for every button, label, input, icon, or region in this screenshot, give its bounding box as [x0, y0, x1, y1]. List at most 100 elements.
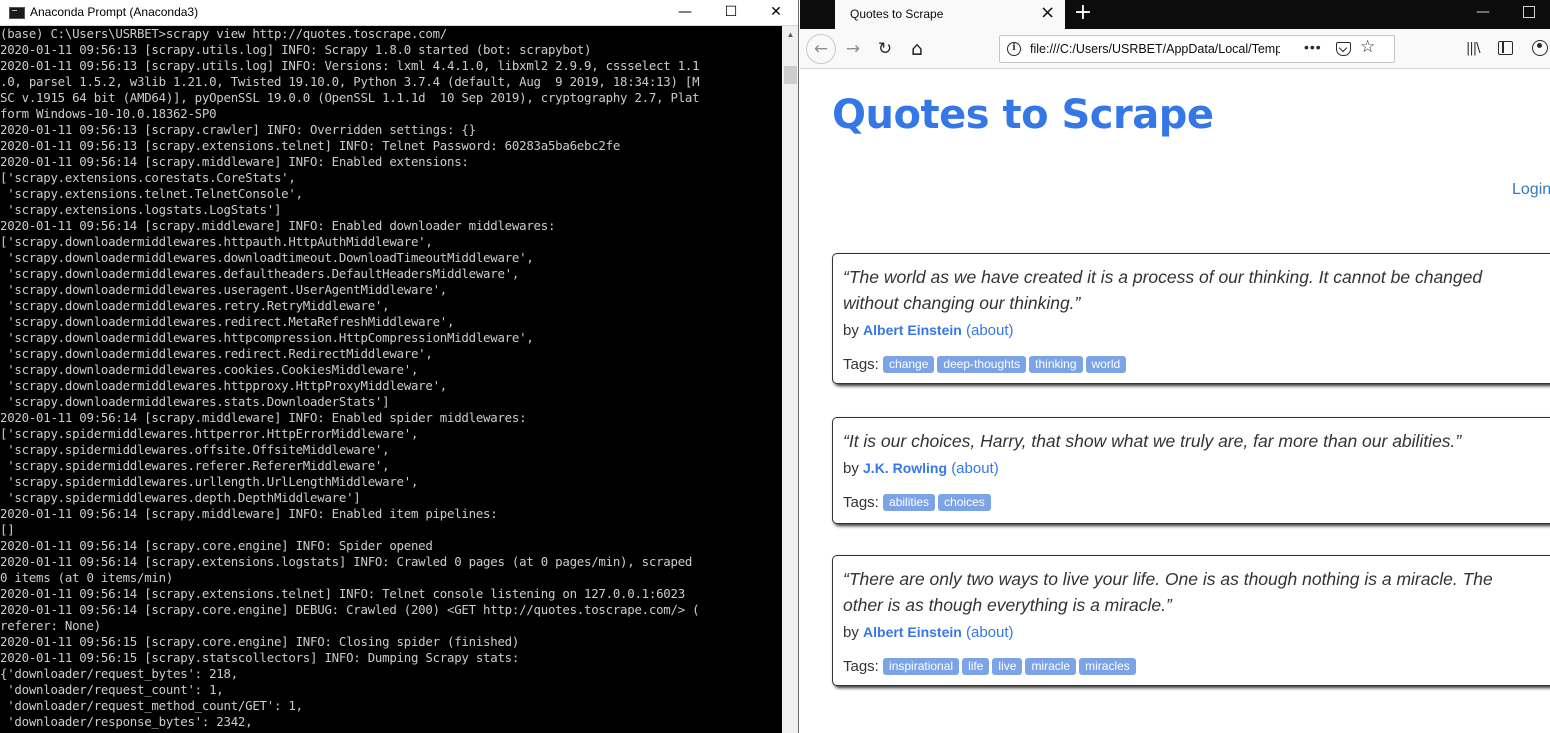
url-bar[interactable]: i file:///C:/Users/USRBET/AppData/Local/… [999, 35, 1395, 63]
terminal-line: (base) C:\Users\USRBET>scrapy view http:… [0, 26, 448, 41]
terminal-window[interactable]: Anaconda Prompt (Anaconda3) — ☐ ✕ (base)… [0, 0, 799, 733]
terminal-line: 'scrapy.extensions.logstats.LogStats'] [0, 202, 282, 217]
tag-link[interactable]: inspirational [883, 658, 960, 675]
terminal-line: .0, parsel 1.5.2, w3lib 1.21.0, Twisted … [0, 74, 700, 89]
bookmark-star-icon[interactable]: ☆ [1360, 37, 1375, 57]
terminal-line: 'scrapy.downloadermiddlewares.httpproxy.… [0, 378, 448, 393]
terminal-line: 'downloader/request_count': 1, [0, 682, 224, 697]
quote-card: “The world as we have created it is a pr… [832, 253, 1550, 384]
pocket-icon[interactable] [1336, 42, 1351, 56]
tag-link[interactable]: world [1085, 356, 1127, 373]
tags-label: Tags: [843, 658, 879, 675]
terminal-line: 'scrapy.downloadermiddlewares.redirect.R… [0, 346, 433, 361]
info-icon[interactable]: i [1007, 42, 1021, 56]
terminal-line: ['scrapy.spidermiddlewares.httperror.Htt… [0, 426, 419, 441]
library-icon[interactable]: |||\ [1466, 35, 1480, 63]
terminal-line: [] [0, 522, 15, 537]
terminal-line: 0 items (at 0 items/min) [0, 570, 174, 585]
terminal-line: 2020-01-11 09:56:14 [scrapy.core.engine]… [0, 602, 700, 617]
terminal-line: 'scrapy.downloadermiddlewares.useragent.… [0, 282, 448, 297]
terminal-line: 'scrapy.extensions.telnet.TelnetConsole'… [0, 186, 303, 201]
terminal-line: 'downloader/request_method_count/GET': 1… [0, 698, 303, 713]
url-input[interactable]: file:///C:/Users/USRBET/AppData/Local/Te… [1030, 42, 1280, 56]
terminal-line: 'scrapy.spidermiddlewares.offsite.Offsit… [0, 442, 390, 457]
tag-link[interactable]: miracle [1025, 658, 1077, 675]
tab-quotes-to-scrape[interactable]: Quotes to Scrape × [835, 0, 1065, 29]
author-about-link[interactable]: (about) [966, 624, 1014, 641]
terminal-line: 'scrapy.spidermiddlewares.urllength.UrlL… [0, 474, 419, 489]
close-icon[interactable]: × [1040, 4, 1055, 22]
browser-minimize-button[interactable]: — [1468, 4, 1498, 24]
author-about-link[interactable]: (about) [966, 322, 1014, 339]
tag-link[interactable]: abilities [883, 494, 936, 511]
reload-icon[interactable]: ↻ [872, 35, 898, 63]
site-title[interactable]: Quotes to Scrape [832, 92, 1214, 138]
terminal-scrollbar[interactable]: ▲ [782, 26, 798, 733]
terminal-line: 'scrapy.downloadermiddlewares.downloadti… [0, 250, 534, 265]
tag-link[interactable]: miracles [1079, 658, 1136, 675]
page-content: Quotes to Scrape Login “The world as we … [800, 70, 1550, 733]
tag-link[interactable]: life [962, 658, 990, 675]
back-arrow-icon[interactable]: ← [806, 34, 836, 64]
new-tab-button[interactable]: + [1070, 1, 1096, 27]
tags-label: Tags: [843, 494, 879, 511]
quote-author: Albert Einstein [863, 624, 962, 640]
terminal-line: form Windows-10-10.0.18362-SP0 [0, 106, 217, 121]
terminal-line: 2020-01-11 09:56:13 [scrapy.crawler] INF… [0, 122, 476, 137]
quote-tags: Tags: change deep-thoughts thinking world [843, 356, 1129, 373]
tab-title: Quotes to Scrape [850, 7, 944, 21]
terminal-line: 'scrapy.spidermiddlewares.depth.DepthMid… [0, 490, 361, 505]
forward-arrow-icon[interactable]: → [840, 35, 866, 63]
home-icon[interactable]: ⌂ [904, 35, 930, 63]
tab-strip: Quotes to Scrape × + — [800, 0, 1550, 29]
browser-maximize-button[interactable] [1523, 6, 1535, 18]
terminal-line: ['scrapy.extensions.corestats.CoreStats'… [0, 170, 296, 185]
terminal-line: 2020-01-11 09:56:13 [scrapy.utils.log] I… [0, 58, 700, 73]
quote-author: J.K. Rowling [863, 460, 948, 476]
terminal-line: 'downloader/response_bytes': 2342, [0, 714, 253, 729]
terminal-line: 'scrapy.downloadermiddlewares.retry.Retr… [0, 298, 390, 313]
terminal-minimize-button[interactable]: — [662, 0, 708, 26]
terminal-line: 'scrapy.downloadermiddlewares.redirect.M… [0, 314, 455, 329]
terminal-line: 2020-01-11 09:56:13 [scrapy.extensions.t… [0, 138, 621, 153]
terminal-maximize-button[interactable]: ☐ [708, 0, 754, 26]
quote-card: “It is our choices, Harry, that show wha… [832, 417, 1550, 524]
terminal-line: ['scrapy.downloadermiddlewares.httpauth.… [0, 234, 433, 249]
tag-link[interactable]: live [992, 658, 1023, 675]
terminal-line: 2020-01-11 09:56:14 [scrapy.extensions.t… [0, 586, 685, 601]
terminal-output[interactable]: (base) C:\Users\USRBET>scrapy view http:… [0, 26, 782, 733]
quote-byline: by Albert Einstein (about) [843, 322, 1014, 339]
terminal-line: 'scrapy.downloadermiddlewares.stats.Down… [0, 394, 390, 409]
browser-window[interactable]: Quotes to Scrape × + — ← → ↻ ⌂ i file://… [800, 0, 1550, 733]
by-label: by [843, 624, 859, 641]
tags-label: Tags: [843, 356, 879, 373]
terminal-close-button[interactable]: ✕ [753, 0, 798, 26]
terminal-titlebar[interactable]: Anaconda Prompt (Anaconda3) — ☐ ✕ [0, 0, 798, 26]
login-link[interactable]: Login [1512, 181, 1550, 199]
tag-link[interactable]: deep-thoughts [937, 356, 1027, 373]
sidebar-icon[interactable] [1498, 41, 1513, 55]
terminal-line: 2020-01-11 09:56:14 [scrapy.middleware] … [0, 154, 469, 169]
terminal-line: SC v.1915 64 bit (AMD64)], pyOpenSSL 19.… [0, 90, 700, 105]
terminal-line: 'scrapy.spidermiddlewares.referer.Refere… [0, 458, 390, 473]
quote-byline: by Albert Einstein (about) [843, 624, 1014, 641]
terminal-scroll-thumb[interactable] [784, 66, 797, 84]
scroll-up-arrow-icon[interactable]: ▲ [782, 26, 798, 43]
terminal-line: 2020-01-11 09:56:14 [scrapy.extensions.l… [0, 554, 693, 569]
tag-link[interactable]: choices [938, 494, 991, 511]
terminal-line: 2020-01-11 09:56:14 [scrapy.middleware] … [0, 506, 498, 521]
quote-tags: Tags: abilities choices [843, 494, 994, 511]
terminal-line: 2020-01-11 09:56:14 [scrapy.core.engine]… [0, 538, 433, 553]
account-icon[interactable] [1532, 40, 1548, 56]
tag-link[interactable]: change [883, 356, 935, 373]
tag-link[interactable]: thinking [1029, 356, 1083, 373]
terminal-line: 2020-01-11 09:56:15 [scrapy.core.engine]… [0, 634, 520, 649]
author-about-link[interactable]: (about) [951, 460, 999, 477]
by-label: by [843, 322, 859, 339]
quote-byline: by J.K. Rowling (about) [843, 460, 999, 477]
page-actions-icon[interactable]: ••• [1304, 39, 1322, 55]
quote-text: “It is our choices, Harry, that show wha… [843, 431, 1462, 451]
terminal-line: 2020-01-11 09:56:14 [scrapy.middleware] … [0, 218, 556, 233]
terminal-line: 2020-01-11 09:56:13 [scrapy.utils.log] I… [0, 42, 592, 57]
terminal-line: 'scrapy.downloadermiddlewares.defaulthea… [0, 266, 520, 281]
